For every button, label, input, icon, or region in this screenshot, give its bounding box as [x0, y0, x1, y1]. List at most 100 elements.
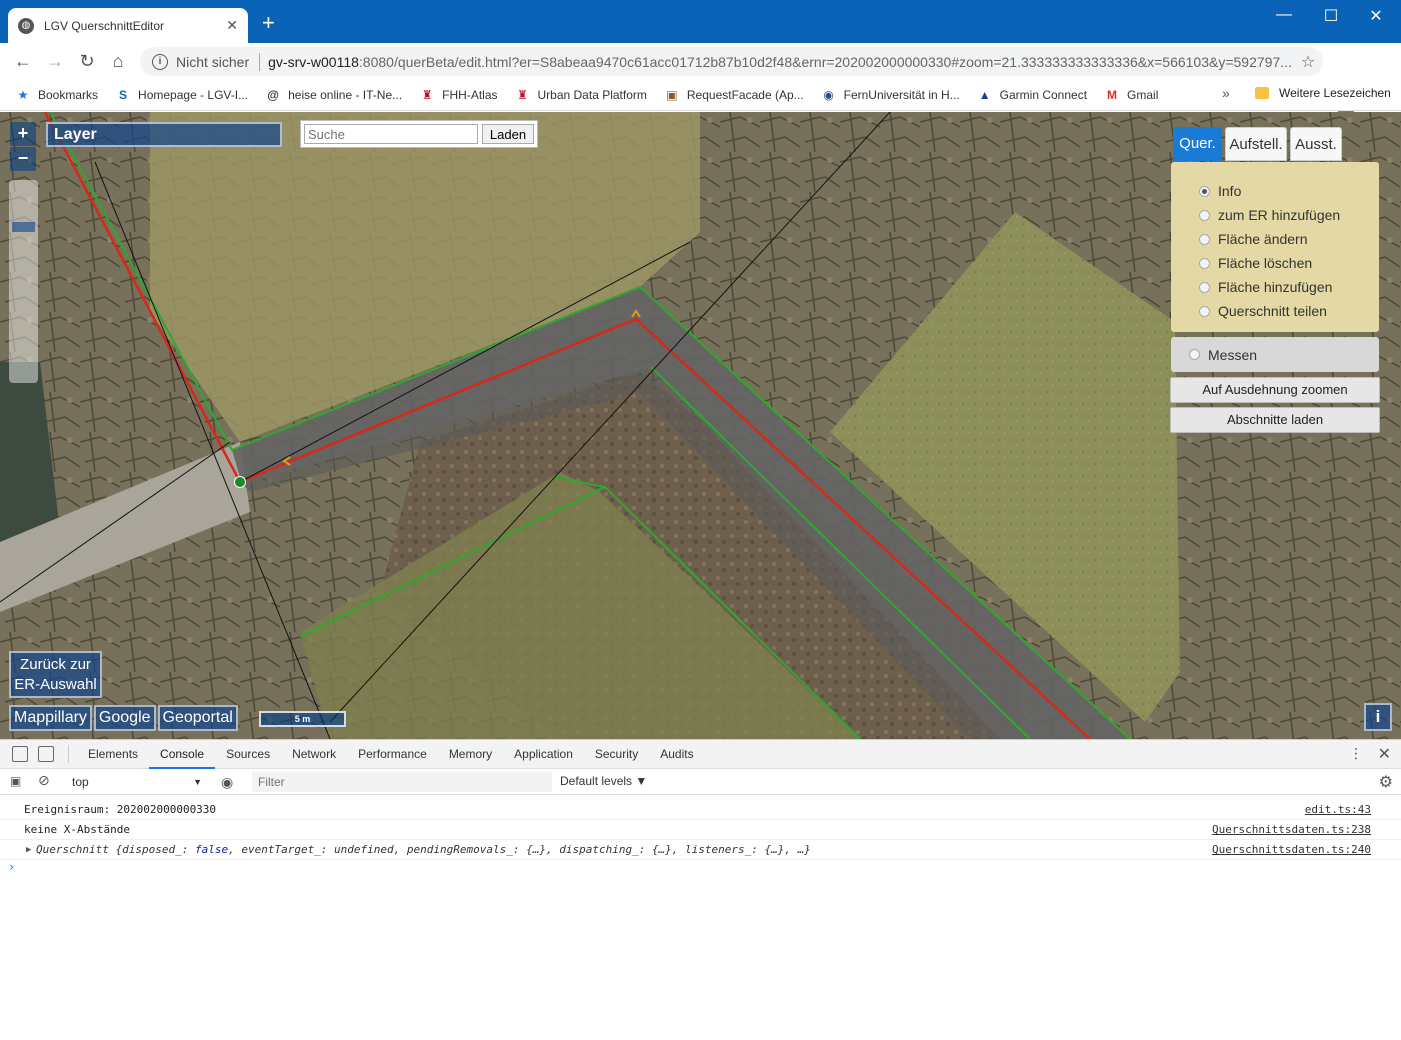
- mode-radio-panel: Info zum ER hinzufügen Fläche ändern Flä…: [1171, 162, 1379, 332]
- radio-flaeche-hinzufuegen[interactable]: Fläche hinzufügen: [1199, 275, 1379, 299]
- radio-querschnitt-teilen[interactable]: Querschnitt teilen: [1199, 299, 1379, 323]
- radio-button[interactable]: [1199, 257, 1210, 269]
- google-link[interactable]: Google: [93, 705, 156, 731]
- bookmark-item[interactable]: ♜ Urban Data Platform: [516, 88, 647, 102]
- new-tab-button[interactable]: +: [262, 12, 275, 34]
- reload-icon[interactable]: ↻: [76, 50, 98, 72]
- search-input[interactable]: [304, 124, 478, 144]
- object-rest: , eventTarget_: undefined, pendingRemova…: [228, 843, 811, 856]
- map-view[interactable]: + − Layer Laden Quer. Aufstell. Ausst. I…: [0, 112, 1401, 739]
- radio-zum-er-hinzufuegen[interactable]: zum ER hinzufügen: [1199, 203, 1379, 227]
- tab-console[interactable]: Console: [149, 740, 216, 769]
- bookmark-item[interactable]: ♜ FHH-Atlas: [420, 88, 498, 102]
- tab-title: LGV QuerschnittEditor: [44, 18, 165, 33]
- other-bookmarks[interactable]: Weitere Lesezeichen: [1255, 86, 1391, 100]
- console-filter-input[interactable]: [252, 772, 552, 792]
- inspect-element-icon[interactable]: [12, 746, 28, 762]
- tab-memory[interactable]: Memory: [438, 740, 503, 769]
- sidebar-toggle-icon[interactable]: ▣: [10, 774, 21, 788]
- bookmark-item[interactable]: S Homepage - LGV-I...: [116, 88, 248, 102]
- log-source-link[interactable]: Querschnittsdaten.ts:240: [1212, 840, 1371, 860]
- tab-network[interactable]: Network: [281, 740, 347, 769]
- home-icon[interactable]: ⌂: [107, 50, 129, 72]
- radio-label: Fläche hinzufügen: [1218, 279, 1333, 295]
- minimize-button[interactable]: —: [1269, 6, 1299, 24]
- expand-triangle-icon[interactable]: ▶: [26, 840, 31, 860]
- radio-button[interactable]: [1199, 209, 1210, 221]
- geoportal-link[interactable]: Geoportal: [157, 705, 238, 731]
- browser-tab[interactable]: ◍ LGV QuerschnittEditor ✕: [8, 8, 248, 43]
- external-links: Mappillary Google Geoportal: [9, 705, 238, 731]
- maximize-button[interactable]: ☐: [1316, 6, 1346, 26]
- tab-performance[interactable]: Performance: [347, 740, 438, 769]
- radio-button[interactable]: [1199, 185, 1210, 197]
- mappillary-link[interactable]: Mappillary: [9, 705, 92, 731]
- info-button[interactable]: i: [1364, 703, 1392, 731]
- zoom-slider-thumb[interactable]: [12, 222, 35, 232]
- context-select[interactable]: top ▼: [66, 772, 206, 792]
- globe-icon: ◍: [18, 17, 34, 34]
- tab-application[interactable]: Application: [503, 740, 584, 769]
- load-sections-button[interactable]: Abschnitte laden: [1170, 407, 1380, 433]
- radio-label: zum ER hinzufügen: [1218, 207, 1341, 223]
- window-close-button[interactable]: ✕: [1361, 6, 1391, 26]
- bookmark-item[interactable]: M Gmail: [1105, 88, 1158, 102]
- radio-button[interactable]: [1189, 349, 1200, 360]
- tab-audits[interactable]: Audits: [649, 740, 704, 769]
- zoom-out-button[interactable]: −: [10, 147, 36, 171]
- clear-console-icon[interactable]: ⊘: [38, 772, 50, 789]
- tab-elements[interactable]: Elements: [77, 740, 149, 769]
- tab-close-icon[interactable]: ✕: [226, 17, 238, 34]
- radio-button[interactable]: [1199, 305, 1210, 317]
- radio-flaeche-aendern[interactable]: Fläche ändern: [1199, 227, 1379, 251]
- url-host: gv-srv-w00118: [268, 53, 359, 70]
- bookmark-star-icon[interactable]: ☆: [1293, 52, 1323, 72]
- measure-toggle[interactable]: Messen: [1171, 337, 1379, 372]
- tab-ausst[interactable]: Ausst.: [1290, 127, 1342, 161]
- tab-aufstell[interactable]: Aufstell.: [1225, 127, 1287, 161]
- log-levels-select[interactable]: Default levels ▼: [560, 774, 647, 788]
- forward-arrow-icon[interactable]: →: [44, 50, 66, 72]
- radio-button[interactable]: [1199, 281, 1210, 293]
- log-source-link[interactable]: Querschnittsdaten.ts:238: [1212, 820, 1371, 840]
- radio-flaeche-loeschen[interactable]: Fläche löschen: [1199, 251, 1379, 275]
- bookmark-item[interactable]: @ heise online - IT-Ne...: [266, 88, 402, 102]
- back-arrow-icon[interactable]: ←: [12, 50, 34, 72]
- bookmarks-overflow-icon[interactable]: »: [1222, 85, 1230, 101]
- zoom-to-extent-button[interactable]: Auf Ausdehnung zoomen: [1170, 377, 1380, 403]
- load-button[interactable]: Laden: [482, 124, 534, 144]
- browser-title-bar: ◍ LGV QuerschnittEditor ✕ + — ☐ ✕: [0, 0, 1401, 43]
- log-source-link[interactable]: edit.ts:43: [1305, 800, 1371, 820]
- address-bar[interactable]: i Nicht sicher gv-srv-w00118:8080/querBe…: [140, 47, 1323, 76]
- object-open: {disposed_:: [115, 843, 195, 856]
- zoom-in-button[interactable]: +: [10, 122, 36, 146]
- tab-sources[interactable]: Sources: [215, 740, 281, 769]
- security-label[interactable]: Nicht sicher: [176, 54, 249, 70]
- radio-info[interactable]: Info: [1199, 179, 1379, 203]
- console-prompt[interactable]: ›: [0, 860, 1401, 874]
- layer-switcher[interactable]: Layer: [46, 122, 282, 147]
- tab-quer[interactable]: Quer.: [1173, 127, 1222, 161]
- devtools-panel: Elements Console Sources Network Perform…: [0, 739, 1401, 1040]
- devtools-close-icon[interactable]: ✕: [1378, 744, 1391, 764]
- url-text[interactable]: gv-srv-w00118:8080/querBeta/edit.html?er…: [268, 54, 1293, 70]
- bookmark-item[interactable]: ▣ RequestFacade (Ap...: [665, 88, 803, 102]
- dropdown-arrow-icon: ▼: [193, 777, 202, 787]
- log-entry-object[interactable]: ▶ Querschnitt {disposed_: false, eventTa…: [0, 840, 1401, 860]
- zoom-slider[interactable]: [9, 180, 38, 383]
- garmin-icon: ▲: [978, 87, 991, 102]
- eye-icon[interactable]: ◉: [221, 774, 233, 791]
- device-toolbar-icon[interactable]: [38, 746, 54, 762]
- tab-security[interactable]: Security: [584, 740, 649, 769]
- info-icon[interactable]: i: [152, 53, 168, 70]
- gear-icon[interactable]: ⚙: [1379, 772, 1393, 792]
- log-entry: Ereignisraum: 202002000000330 edit.ts:43: [0, 800, 1401, 820]
- back-to-er-selection-button[interactable]: Zurück zur ER-Auswahl: [9, 651, 102, 698]
- radio-button[interactable]: [1199, 233, 1210, 245]
- devtools-menu-icon[interactable]: ⋮: [1349, 745, 1363, 762]
- bookmark-item[interactable]: ◉ FernUniversität in H...: [822, 88, 959, 102]
- devtools-tabbar: Elements Console Sources Network Perform…: [0, 740, 1401, 769]
- bookmark-item[interactable]: ★ Bookmarks: [16, 88, 98, 102]
- star-icon: ★: [17, 87, 29, 102]
- bookmark-item[interactable]: ▲ Garmin Connect: [978, 88, 1087, 102]
